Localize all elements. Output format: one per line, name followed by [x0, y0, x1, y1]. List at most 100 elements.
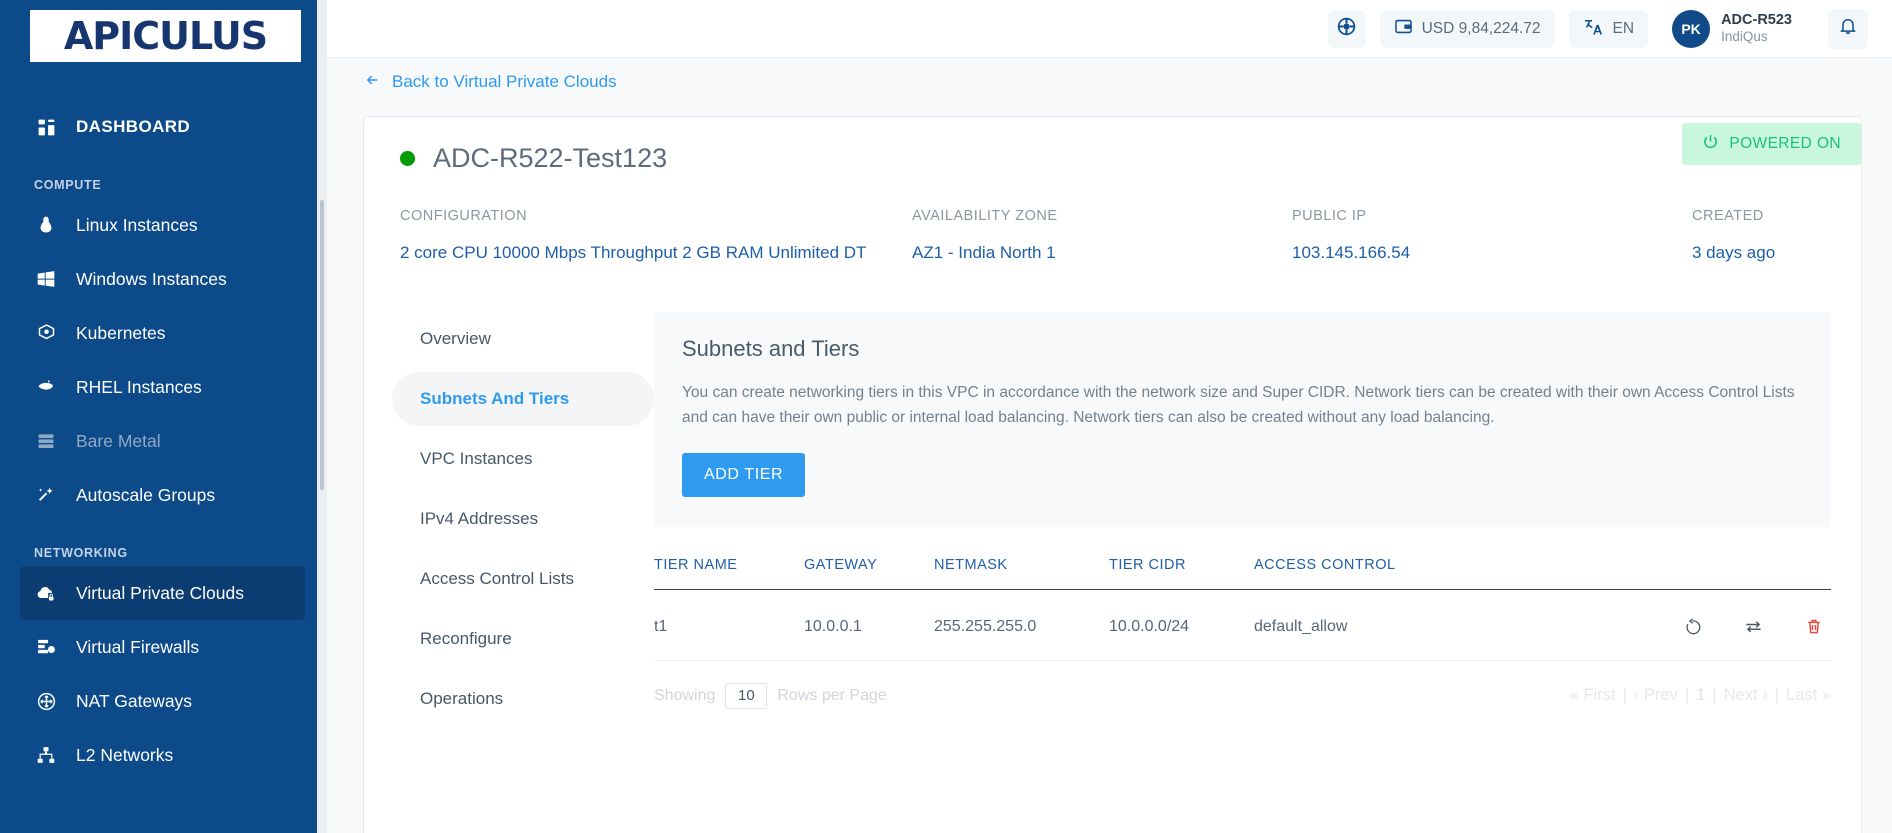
sidebar-item-kubernetes[interactable]: Kubernetes [20, 306, 305, 360]
subnets-and-tiers-panel: Subnets and Tiers You can create network… [654, 312, 1861, 732]
meta-availability-zone: AVAILABILITY ZONE AZ1 - India North 1 [912, 208, 1292, 266]
sidebar-item-label: RHEL Instances [76, 376, 202, 397]
pager-divider: | [1622, 686, 1627, 705]
sidebar-item-label: Virtual Private Clouds [76, 582, 244, 603]
sidebar-item-linux-instances[interactable]: Linux Instances [20, 198, 305, 252]
tab-reconfigure[interactable]: Reconfigure [392, 612, 654, 666]
sidebar-item-label: L2 Networks [76, 744, 174, 765]
page-next-label: Next [1723, 686, 1758, 705]
tiers-table: TIER NAME GATEWAY NETMASK TIER CIDR ACCE… [654, 556, 1831, 661]
column-header-tier-cidr: TIER CIDR [1109, 556, 1254, 590]
meta-label: PUBLIC IP [1292, 208, 1367, 224]
power-state-badge[interactable]: POWERED ON [1682, 123, 1861, 165]
user-name: ADC-R523 [1721, 12, 1792, 28]
table-head: TIER NAME GATEWAY NETMASK TIER CIDR ACCE… [654, 556, 1831, 590]
tab-access-control-lists[interactable]: Access Control Lists [392, 552, 654, 606]
page-prev-button[interactable]: ‹ Prev [1634, 686, 1678, 705]
language-value: EN [1612, 19, 1635, 37]
back-to-vpcs-link[interactable]: Back to Virtual Private Clouds [363, 72, 617, 93]
table-header-row: TIER NAME GATEWAY NETMASK TIER CIDR ACCE… [654, 556, 1831, 590]
tab-ipv4-addresses[interactable]: IPv4 Addresses [392, 492, 654, 546]
cell-tier-name[interactable]: t1 [654, 589, 804, 661]
page-prev-label: Prev [1644, 686, 1678, 705]
tab-subnets-and-tiers[interactable]: Subnets And Tiers [392, 372, 654, 427]
sidebar-item-bare-metal: Bare Metal [20, 414, 305, 468]
tab-label: Overview [420, 329, 491, 349]
page-nav: « First | ‹ Prev | 1 | Next › | Last » [1570, 686, 1831, 705]
windows-icon [34, 267, 58, 291]
page-current[interactable]: 1 [1696, 686, 1705, 705]
sidebar-item-nat-gateways[interactable]: NAT Gateways [20, 674, 305, 728]
vpc-header: ADC-R522-Test123 POWERED ON [364, 117, 1861, 174]
server-icon [34, 429, 58, 453]
meta-value: 103.145.166.54 [1292, 243, 1411, 262]
page-last-button[interactable]: Last » [1786, 686, 1831, 705]
sidebar-item-virtual-private-clouds[interactable]: Virtual Private Clouds [20, 566, 305, 620]
sidebar-scrollbar[interactable] [320, 200, 324, 490]
sidebar-item-label: Kubernetes [76, 322, 166, 343]
sidebar-item-label: DASHBOARD [76, 117, 191, 136]
rows-per-page-input[interactable] [725, 682, 768, 709]
app-root: APICULUS DASHBOARD COMPUTE Linux Instanc… [0, 0, 1892, 833]
tab-label: Reconfigure [420, 629, 512, 649]
showing-label: Showing [654, 686, 716, 704]
support-button[interactable] [1327, 9, 1366, 48]
sidebar-item-virtual-firewalls[interactable]: Virtual Firewalls [20, 620, 305, 674]
restore-icon[interactable] [1676, 612, 1710, 642]
column-header-tier-name: TIER NAME [654, 556, 804, 590]
page-last-label: Last [1786, 686, 1818, 705]
sidebar-item-rhel-instances[interactable]: RHEL Instances [20, 360, 305, 414]
cell-tier-cidr: 10.0.0.0/24 [1109, 589, 1254, 661]
tab-overview[interactable]: Overview [392, 312, 654, 366]
meta-created: CREATED 3 days ago [1692, 208, 1825, 266]
cell-access-control: default_allow [1254, 589, 1511, 661]
column-header-gateway: GATEWAY [804, 556, 934, 590]
page-first-label: First [1583, 686, 1616, 705]
sidebar-item-dashboard[interactable]: DASHBOARD [20, 100, 305, 154]
sidebar-item-label: Autoscale Groups [76, 484, 216, 505]
tab-list: Overview Subnets And Tiers VPC Instances… [364, 312, 654, 732]
column-header-access-control: ACCESS CONTROL [1254, 556, 1511, 590]
cloud-lock-icon [34, 581, 58, 605]
sidebar-item-l2-networks[interactable]: L2 Networks [20, 728, 305, 782]
avatar: PK [1672, 9, 1711, 48]
user-menu[interactable]: PK ADC-R523 IndiQus [1672, 9, 1792, 48]
bell-icon [1838, 16, 1858, 41]
meta-configuration: CONFIGURATION 2 core CPU 10000 Mbps Thro… [400, 208, 912, 266]
translate-icon [1583, 16, 1604, 42]
sidebar-item-label: Virtual Firewalls [76, 636, 200, 657]
vpc-detail-card: ADC-R522-Test123 POWERED ON CONFIGURATIO… [363, 116, 1862, 833]
tab-operations[interactable]: Operations [392, 672, 654, 726]
pager-divider: | [1774, 686, 1780, 705]
tab-vpc-instances[interactable]: VPC Instances [392, 432, 654, 486]
page-next-button[interactable]: Next › [1724, 686, 1768, 705]
sidebar-item-autoscale-groups[interactable]: Autoscale Groups [20, 468, 305, 522]
swap-icon[interactable] [1737, 612, 1771, 642]
language-selector[interactable]: EN [1568, 9, 1649, 48]
meta-value: 3 days ago [1692, 243, 1776, 262]
cell-gateway: 10.0.0.1 [804, 589, 934, 661]
kubernetes-icon [34, 321, 58, 345]
rows-per-page-label: Rows per Page [777, 686, 887, 704]
back-link-label: Back to Virtual Private Clouds [392, 72, 617, 91]
page-first-button[interactable]: « First [1570, 686, 1616, 705]
add-tier-button[interactable]: ADD TIER [682, 452, 806, 497]
wallet-balance-button[interactable]: USD 9,84,224.72 [1379, 9, 1555, 48]
redhat-icon [34, 375, 58, 399]
notifications-button[interactable] [1828, 8, 1868, 49]
brand-logo[interactable]: APICULUS [30, 10, 301, 62]
arrow-left-icon [363, 72, 382, 93]
wallet-icon [1394, 17, 1413, 41]
meta-value: 2 core CPU 10000 Mbps Throughput 2 GB RA… [400, 243, 867, 262]
delete-icon[interactable] [1797, 612, 1831, 642]
meta-value: AZ1 - India North 1 [912, 243, 1056, 262]
panel-title: Subnets and Tiers [682, 336, 860, 362]
vpc-body: Overview Subnets And Tiers VPC Instances… [364, 266, 1861, 732]
page-title: ADC-R522-Test123 [433, 143, 668, 173]
nat-gateway-icon [34, 689, 58, 713]
sidebar-item-windows-instances[interactable]: Windows Instances [20, 252, 305, 306]
meta-label: CREATED [1692, 208, 1764, 224]
wallet-balance-value: USD 9,84,224.72 [1421, 19, 1541, 37]
meta-public-ip: PUBLIC IP 103.145.166.54 [1292, 208, 1692, 266]
sidebar-item-label: Windows Instances [76, 268, 227, 289]
